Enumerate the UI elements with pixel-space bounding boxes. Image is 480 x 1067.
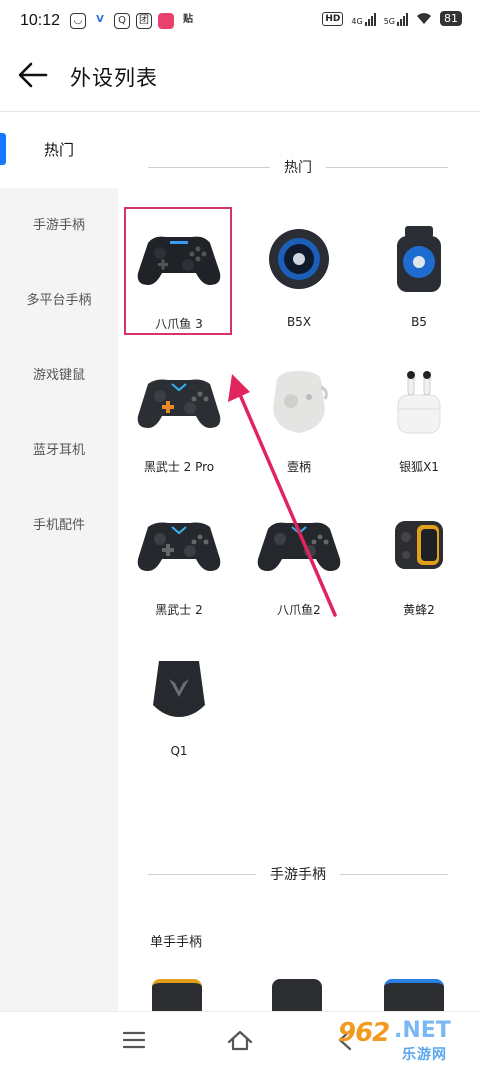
sidebar-item-label: 蓝牙耳机: [32, 443, 85, 458]
status-indicators: HD 4G 5G 81: [322, 11, 462, 26]
q-app-icon: Q: [114, 13, 130, 29]
status-bar: 10:12 ◡ V Q 团 贴 HD 4G 5G 81: [0, 0, 480, 44]
signal-5g-icon: 5G: [384, 12, 408, 26]
sidebar-item-label: 热门: [43, 141, 74, 159]
sidebar-item-bluetooth-earphone[interactable]: 蓝牙耳机: [0, 413, 118, 488]
wifi-icon: [417, 13, 431, 24]
device-card[interactable]: 八爪鱼2: [244, 491, 354, 621]
device-name: 壹柄: [286, 460, 311, 474]
v-app-icon: V: [96, 14, 104, 25]
active-indicator: [0, 133, 6, 165]
device-card[interactable]: 壹柄: [244, 348, 354, 478]
category-sidebar: 热门 手游手柄 多平台手柄 游戏键鼠 蓝牙耳机 手机配件: [0, 113, 118, 1011]
sidebar-item-phone-accessory[interactable]: 手机配件: [0, 488, 118, 563]
device-name: 黑武士 2: [155, 603, 203, 617]
tuan-app-icon: 团: [136, 13, 152, 29]
watermark-number: 962: [338, 1018, 390, 1048]
section-title: 热门: [284, 160, 312, 176]
device-name: B5: [411, 315, 427, 329]
menu-button[interactable]: [120, 1026, 148, 1054]
device-name: Q1: [170, 744, 188, 758]
watermark-suffix: .NET: [394, 1018, 451, 1043]
signal-5g-label: 5G: [383, 16, 395, 26]
home-icon: [227, 1030, 253, 1051]
status-time: 10:12: [20, 12, 61, 29]
device-card[interactable]: 黑武士 2 Pro: [124, 348, 234, 478]
device-list: 热门 八爪鱼 3 B5X B5 黑武士 2 Pro 壹柄 银狐X1 黑武士 2 …: [118, 113, 480, 1011]
watermark-logo: 962 .NET 乐游网: [338, 1018, 474, 1064]
signal-4g-label: 4G: [351, 16, 363, 26]
device-name: 黄蜂2: [403, 603, 435, 617]
cooler-fan-icon: [254, 219, 344, 299]
sidebar-item-label: 多平台手柄: [26, 293, 92, 308]
gamepad-icon: [134, 505, 224, 585]
sidebar-item-mobile-gamepad[interactable]: 手游手柄: [0, 188, 118, 263]
notification-icons: ◡ V Q 团 贴: [70, 13, 196, 29]
sidebar-item-keyboard-mouse[interactable]: 游戏键鼠: [0, 338, 118, 413]
sidebar-item-label: 手游手柄: [32, 218, 85, 233]
dongle-icon: [134, 648, 224, 728]
mobile-grip-icon[interactable]: [384, 979, 444, 1011]
device-card[interactable]: B5: [364, 205, 474, 335]
tie-app-icon: 贴: [183, 14, 193, 25]
section-title: 手游手柄: [270, 867, 326, 883]
sub-section-title: 单手手柄: [150, 935, 203, 950]
red-app-icon: [158, 13, 174, 29]
device-name: 银狐X1: [399, 460, 439, 474]
sidebar-item-hot[interactable]: 热门: [0, 113, 118, 188]
earbuds-icon: [374, 362, 464, 442]
device-name: 黑武士 2 Pro: [143, 460, 215, 474]
gamepad-icon: [134, 362, 224, 442]
device-name: B5X: [286, 315, 312, 329]
mini-gamepad-icon: [254, 362, 344, 442]
hd-badge: HD: [322, 11, 344, 26]
gamepad-icon: [254, 505, 344, 585]
cooler-clip-icon: [374, 219, 464, 299]
section-header-mobile-gamepad: 手游手柄: [148, 864, 448, 884]
menu-icon: [122, 1031, 146, 1049]
device-card[interactable]: Q1: [124, 634, 234, 764]
sidebar-item-label: 手机配件: [32, 518, 85, 533]
mobile-grip-icon[interactable]: [152, 979, 202, 1011]
section-header-hot: 热门: [148, 157, 448, 177]
sidebar-item-label: 游戏键鼠: [32, 368, 85, 383]
battery-icon: 81: [440, 11, 462, 26]
device-card[interactable]: 黄蜂2: [364, 491, 474, 621]
app-header: 外设列表: [0, 44, 480, 112]
back-button[interactable]: [16, 58, 56, 94]
device-card[interactable]: 黑武士 2: [124, 491, 234, 621]
signal-4g-icon: 4G: [351, 12, 376, 26]
device-name: 八爪鱼2: [277, 603, 321, 617]
highlight-box: [124, 207, 232, 335]
mobile-grip-icon[interactable]: [272, 979, 322, 1011]
device-card[interactable]: B5X: [244, 205, 354, 335]
back-arrow-icon: [18, 62, 48, 88]
page-title: 外设列表: [70, 66, 158, 90]
android-icon: ◡: [70, 13, 86, 29]
sidebar-item-multiplatform-gamepad[interactable]: 多平台手柄: [0, 263, 118, 338]
device-card[interactable]: 银狐X1: [364, 348, 474, 478]
watermark-text: 乐游网: [402, 1047, 447, 1063]
mobile-grip-icon: [374, 505, 464, 585]
home-button[interactable]: [226, 1026, 254, 1054]
